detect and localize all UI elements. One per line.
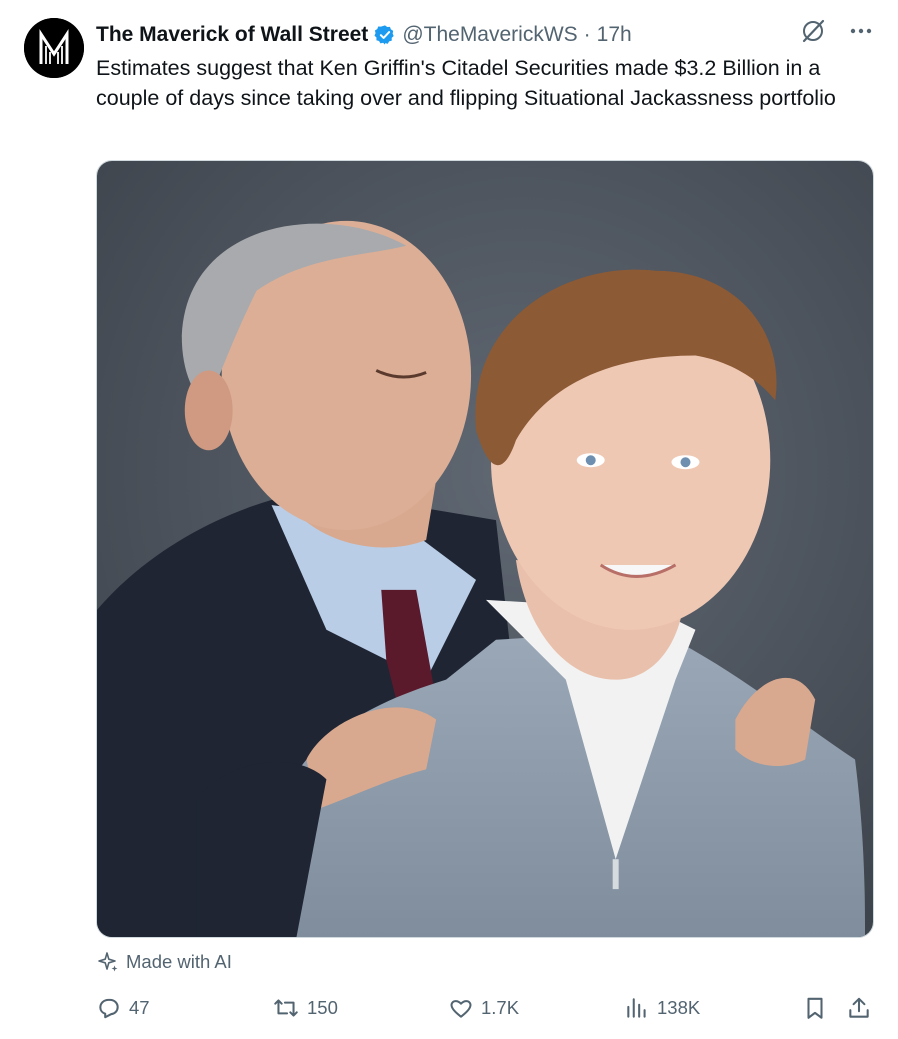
views-button[interactable]: 138K [624,990,700,1026]
tweet-header: The Maverick of Wall Street @TheMaverick… [96,18,874,50]
avatar[interactable] [24,18,84,78]
handle[interactable]: @TheMaverickWS [402,23,577,47]
repost-icon [274,999,298,1017]
grok-icon[interactable] [800,18,826,44]
bookmark-button[interactable] [802,990,828,1026]
tweet-image[interactable] [96,160,874,938]
sparkle-icon [98,952,118,972]
bookmark-icon [807,997,823,1019]
action-bar: 47 150 1.7K 138K [96,990,874,1026]
verified-badge-icon[interactable] [374,24,396,46]
like-button[interactable]: 1.7K [448,990,519,1026]
tweet-text: Estimates suggest that Ken Griffin's Cit… [96,56,836,110]
header-actions [800,18,874,44]
share-icon [849,997,869,1018]
share-button[interactable] [846,990,872,1026]
like-count: 1.7K [481,997,520,1018]
maverick-logo [24,18,84,78]
separator-dot: · [583,23,591,46]
views-count: 138K [657,997,701,1018]
timestamp[interactable]: 17h [597,23,632,47]
reply-button[interactable]: 47 [96,990,150,1026]
repost-button[interactable]: 150 [272,990,338,1026]
more-icon[interactable] [848,18,874,44]
views-icon [627,998,646,1018]
made-with-ai-text: Made with AI [126,951,232,972]
tweet: The Maverick of Wall Street @TheMaverick… [0,0,898,1039]
reply-icon [99,998,119,1019]
reply-count: 47 [129,997,150,1018]
made-with-ai-label[interactable]: Made with AI [96,948,232,976]
like-icon [450,1000,472,1018]
portrait-image [97,161,873,937]
repost-count: 150 [307,997,338,1018]
display-name[interactable]: The Maverick of Wall Street [96,23,368,47]
